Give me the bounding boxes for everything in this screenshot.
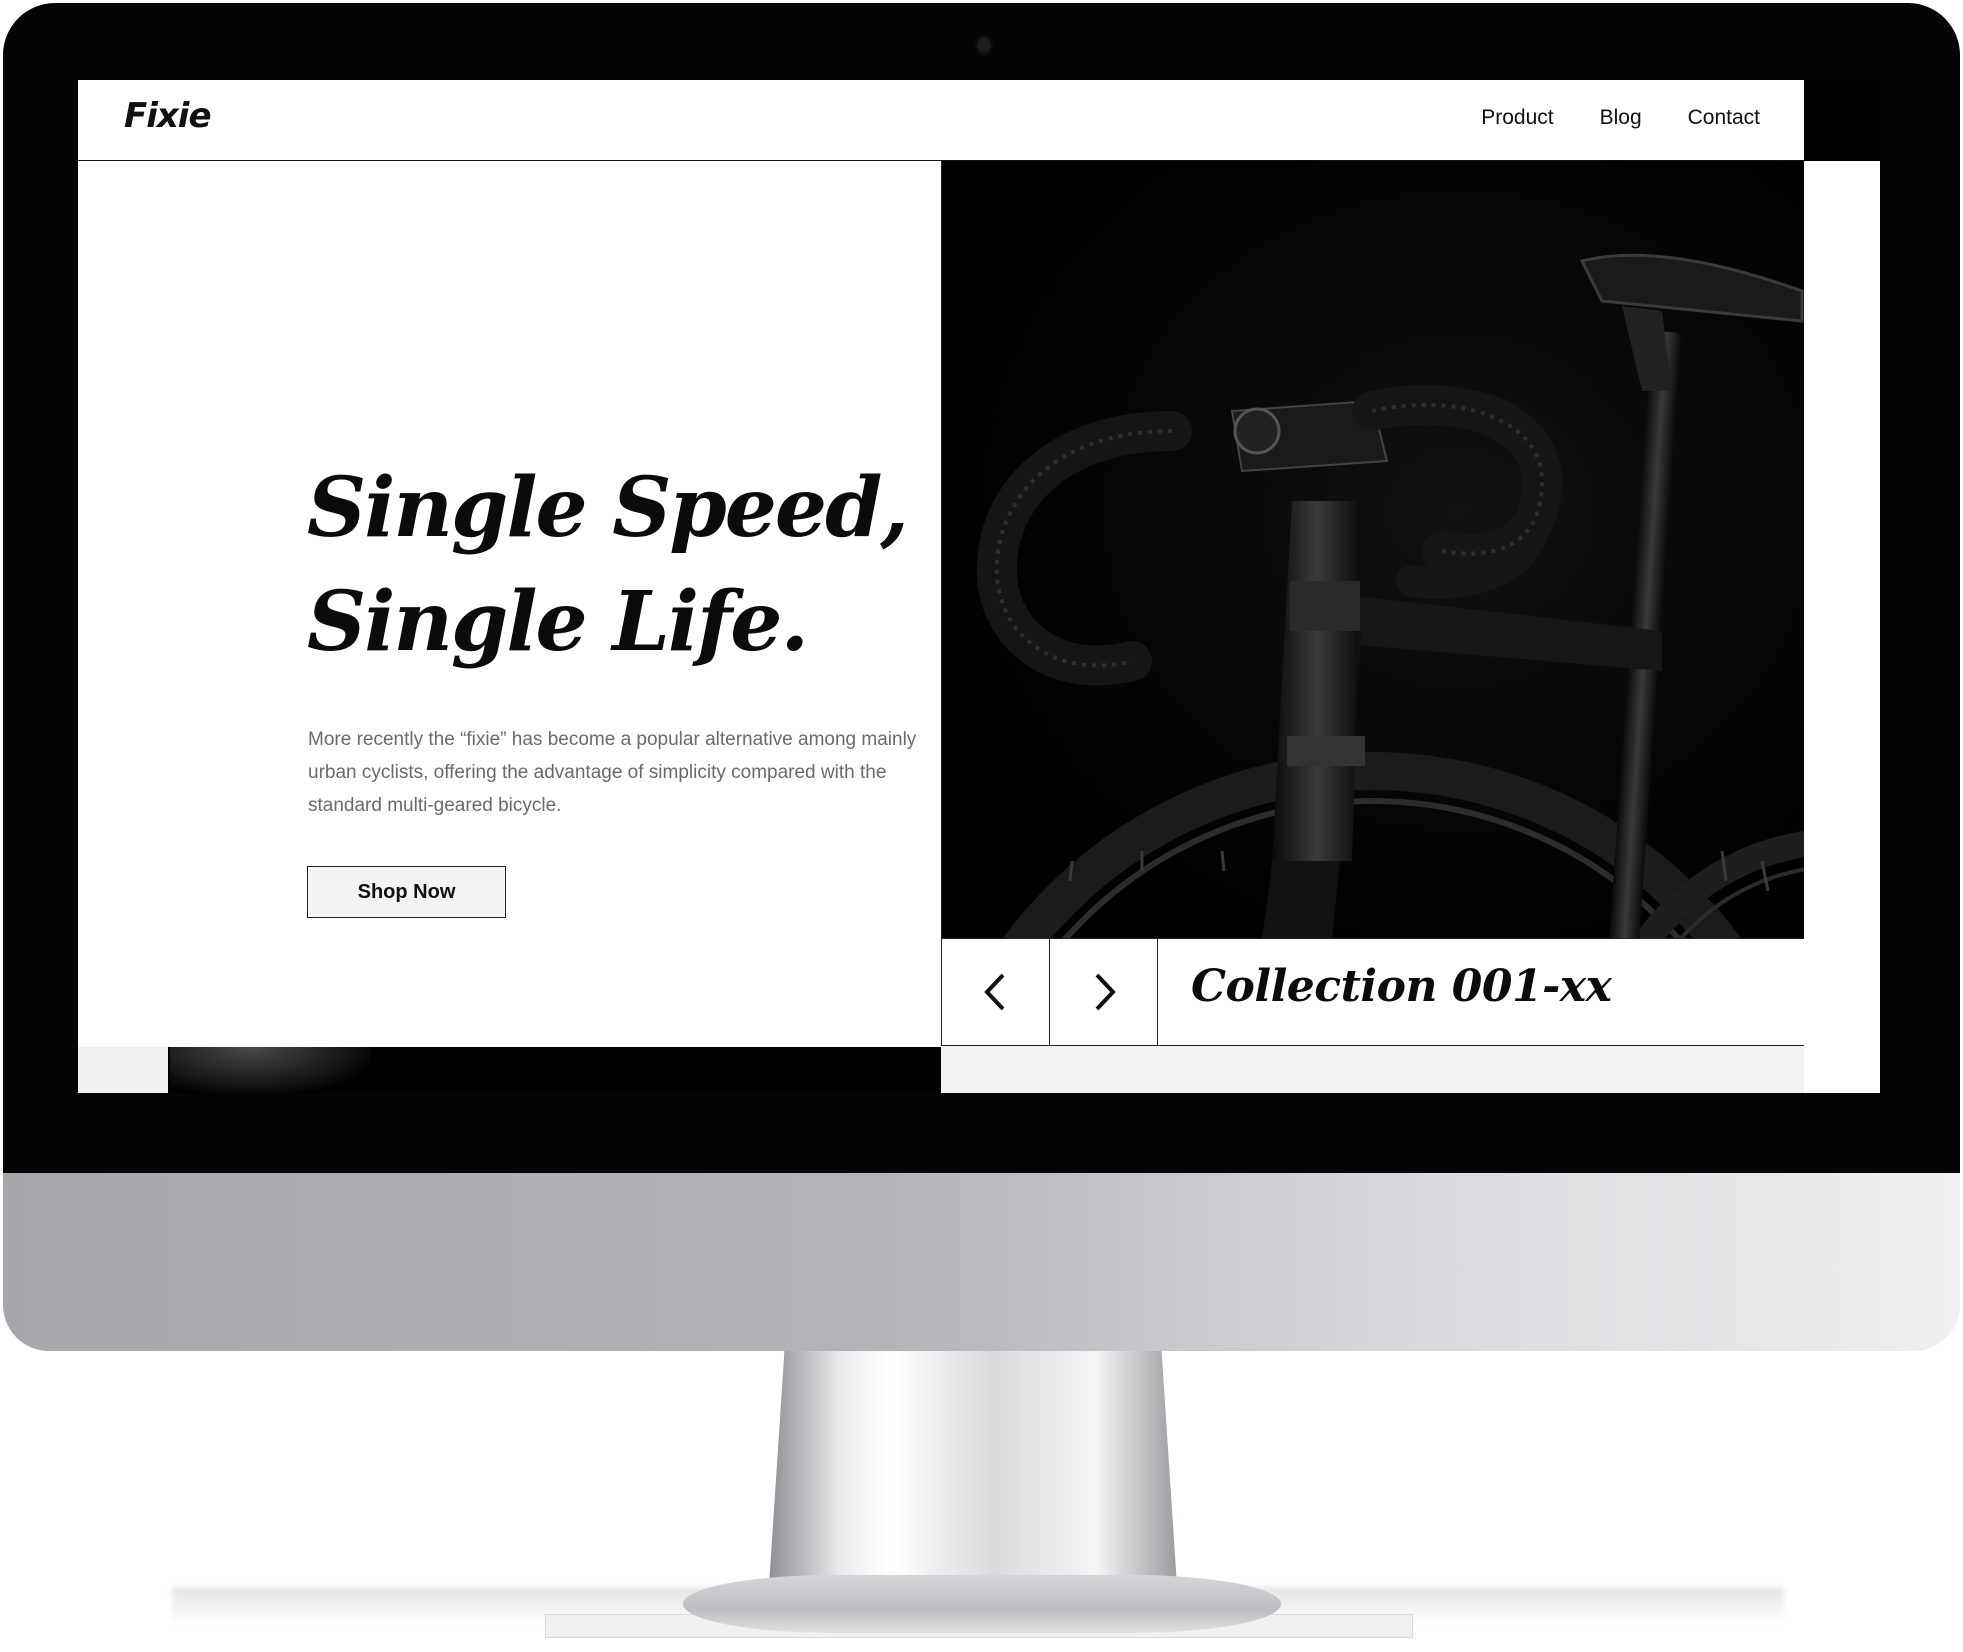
hero-headline-line-2: Single Life. — [307, 574, 809, 670]
hero-description: More recently the “fixie” has become a p… — [308, 729, 917, 816]
nav-link-product[interactable]: Product — [1479, 102, 1555, 134]
monitor-chin — [3, 1171, 1960, 1351]
main-nav: Product Blog Contact — [1479, 102, 1762, 134]
monitor-stand-neck — [768, 1351, 1178, 1601]
page-right-margin — [1804, 161, 1880, 1093]
collection-slider-bar: Collection 001-xx — [941, 938, 1804, 1046]
header-edge-strip — [1804, 80, 1880, 161]
slider-prev-button[interactable] — [941, 939, 1049, 1045]
hero-headline: Single Speed, Single Life. — [307, 451, 909, 679]
shop-now-button[interactable]: Shop Now — [307, 866, 506, 918]
next-section-photo-crop — [170, 1047, 370, 1093]
nav-link-blog[interactable]: Blog — [1598, 102, 1644, 134]
site-header: Fixie Product Blog Contact — [78, 80, 1804, 161]
next-section-preview — [941, 1046, 1804, 1093]
bicycle-illustration — [942, 161, 1804, 938]
website-screen: Fixie Product Blog Contact Single Speed,… — [78, 80, 1880, 1093]
chevron-right-icon — [1095, 973, 1116, 1011]
next-section-image — [78, 1047, 941, 1093]
collection-title: Collection 001-xx — [1191, 961, 1612, 1012]
slider-divider — [1157, 939, 1158, 1045]
site-logo[interactable]: Fixie — [124, 96, 212, 136]
hero-headline-line-1: Single Speed, — [307, 460, 909, 556]
next-section-pale-block — [78, 1047, 168, 1093]
monitor-mockup: Fixie Product Blog Contact Single Speed,… — [0, 0, 1963, 1652]
camera-icon — [974, 35, 994, 55]
slider-next-button[interactable] — [1049, 939, 1157, 1045]
hero-text-panel: Single Speed, Single Life. More recently… — [78, 161, 942, 1047]
nav-link-contact[interactable]: Contact — [1686, 102, 1762, 134]
hero-bicycle-image — [942, 161, 1804, 938]
chevron-left-icon — [983, 973, 1004, 1011]
monitor-stand-foot — [683, 1575, 1281, 1633]
